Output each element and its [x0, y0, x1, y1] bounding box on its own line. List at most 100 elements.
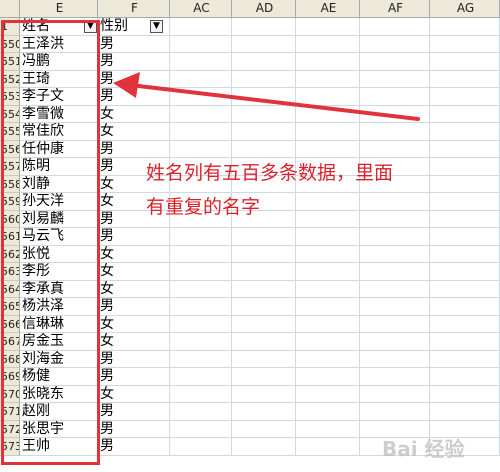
- name-cell[interactable]: 杨洪泽: [20, 298, 98, 316]
- column-header-ac[interactable]: AC: [170, 0, 232, 18]
- name-cell[interactable]: 刘海金: [20, 350, 98, 368]
- row-header-558[interactable]: 558: [0, 175, 20, 193]
- empty-cell[interactable]: [232, 35, 296, 53]
- gender-cell[interactable]: 女: [98, 315, 170, 333]
- row-header-554[interactable]: 554: [0, 105, 20, 123]
- empty-cell[interactable]: [430, 420, 500, 438]
- row-header-557[interactable]: 557: [0, 158, 20, 176]
- name-cell[interactable]: 李雪微: [20, 105, 98, 123]
- empty-cell[interactable]: [296, 333, 360, 351]
- row-header-559[interactable]: 559: [0, 193, 20, 211]
- empty-cell[interactable]: [296, 420, 360, 438]
- row-header-556[interactable]: 556: [0, 140, 20, 158]
- empty-cell[interactable]: [170, 350, 232, 368]
- empty-cell[interactable]: [296, 35, 360, 53]
- row-header-564[interactable]: 564: [0, 280, 20, 298]
- row-header-572[interactable]: 572: [0, 420, 20, 438]
- name-cell[interactable]: 冯鹏: [20, 53, 98, 71]
- gender-cell[interactable]: 男: [98, 350, 170, 368]
- name-cell[interactable]: 李彤: [20, 263, 98, 281]
- gender-cell[interactable]: 女: [98, 385, 170, 403]
- name-cell[interactable]: 陈明: [20, 158, 98, 176]
- column-header-e[interactable]: E: [20, 0, 98, 18]
- empty-cell[interactable]: [360, 53, 430, 71]
- empty-cell[interactable]: [232, 280, 296, 298]
- empty-cell[interactable]: [296, 105, 360, 123]
- empty-cell[interactable]: [232, 228, 296, 246]
- empty-cell[interactable]: [170, 53, 232, 71]
- empty-cell[interactable]: [360, 228, 430, 246]
- empty-cell[interactable]: [170, 35, 232, 53]
- row-header-551[interactable]: 551: [0, 53, 20, 71]
- empty-cell[interactable]: [296, 315, 360, 333]
- empty-cell[interactable]: [360, 385, 430, 403]
- empty-cell[interactable]: [232, 123, 296, 141]
- row-header-568[interactable]: 568: [0, 350, 20, 368]
- empty-cell[interactable]: [430, 438, 500, 456]
- empty-cell[interactable]: [430, 403, 500, 421]
- empty-cell[interactable]: [360, 123, 430, 141]
- empty-cell[interactable]: [170, 298, 232, 316]
- row-header-553[interactable]: 553: [0, 88, 20, 106]
- empty-cell[interactable]: [430, 105, 500, 123]
- empty-cell[interactable]: [232, 420, 296, 438]
- empty-cell[interactable]: [360, 438, 430, 456]
- name-cell[interactable]: 杨健: [20, 368, 98, 386]
- name-cell[interactable]: 赵刚: [20, 403, 98, 421]
- empty-cell[interactable]: [296, 228, 360, 246]
- empty-cell[interactable]: [360, 403, 430, 421]
- column-header-ag[interactable]: AG: [430, 0, 500, 18]
- empty-cell[interactable]: [360, 245, 430, 263]
- column-header-ad[interactable]: AD: [232, 0, 296, 18]
- empty-cell[interactable]: [430, 35, 500, 53]
- row-header-552[interactable]: 552: [0, 70, 20, 88]
- gender-cell[interactable]: 男: [98, 88, 170, 106]
- row-header-565[interactable]: 565: [0, 298, 20, 316]
- name-cell[interactable]: 任仲康: [20, 140, 98, 158]
- gender-cell[interactable]: 男: [98, 438, 170, 456]
- name-cell[interactable]: 信琳琳: [20, 315, 98, 333]
- empty-cell[interactable]: [170, 105, 232, 123]
- empty-cell[interactable]: [170, 333, 232, 351]
- empty-cell[interactable]: [170, 88, 232, 106]
- empty-cell[interactable]: [232, 18, 296, 36]
- empty-cell[interactable]: [430, 18, 500, 36]
- empty-cell[interactable]: [232, 245, 296, 263]
- name-filter-dropdown-icon[interactable]: ▼: [84, 20, 97, 33]
- empty-cell[interactable]: [170, 70, 232, 88]
- row-header-566[interactable]: 566: [0, 315, 20, 333]
- empty-cell[interactable]: [232, 333, 296, 351]
- row-header-563[interactable]: 563: [0, 263, 20, 281]
- empty-cell[interactable]: [296, 280, 360, 298]
- gender-cell[interactable]: 女: [98, 245, 170, 263]
- name-cell[interactable]: 孙天洋: [20, 193, 98, 211]
- row-header-571[interactable]: 571: [0, 403, 20, 421]
- name-cell[interactable]: 张思宇: [20, 420, 98, 438]
- empty-cell[interactable]: [360, 280, 430, 298]
- name-cell[interactable]: 马云飞: [20, 228, 98, 246]
- column-header-af[interactable]: AF: [360, 0, 430, 18]
- name-cell[interactable]: 房金玉: [20, 333, 98, 351]
- row-header-560[interactable]: 560: [0, 210, 20, 228]
- name-cell[interactable]: 张悦: [20, 245, 98, 263]
- name-cell[interactable]: 刘静: [20, 175, 98, 193]
- gender-cell[interactable]: 男: [98, 403, 170, 421]
- empty-cell[interactable]: [232, 70, 296, 88]
- gender-cell[interactable]: 女: [98, 123, 170, 141]
- name-cell[interactable]: 李承真: [20, 280, 98, 298]
- gender-cell[interactable]: 男: [98, 53, 170, 71]
- empty-cell[interactable]: [360, 350, 430, 368]
- empty-cell[interactable]: [360, 105, 430, 123]
- name-header-cell[interactable]: 姓名 ▼: [20, 18, 98, 36]
- gender-filter-dropdown-icon[interactable]: ▼: [150, 20, 163, 33]
- empty-cell[interactable]: [296, 403, 360, 421]
- empty-cell[interactable]: [232, 315, 296, 333]
- empty-cell[interactable]: [360, 420, 430, 438]
- empty-cell[interactable]: [430, 123, 500, 141]
- name-cell[interactable]: 常佳欣: [20, 123, 98, 141]
- empty-cell[interactable]: [430, 263, 500, 281]
- empty-cell[interactable]: [296, 298, 360, 316]
- empty-cell[interactable]: [170, 385, 232, 403]
- empty-cell[interactable]: [360, 333, 430, 351]
- empty-cell[interactable]: [430, 228, 500, 246]
